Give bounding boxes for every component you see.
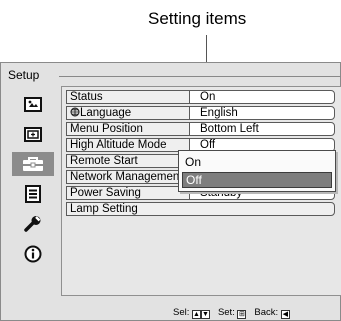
info-icon: [24, 245, 42, 263]
picture-icon: [24, 96, 42, 112]
setting-label: Power Saving: [66, 186, 189, 200]
sidebar-item-screen[interactable]: [12, 122, 54, 146]
setting-value: English: [189, 106, 335, 120]
menu-list-icon: [25, 185, 41, 203]
set-label: Set:: [217, 307, 235, 318]
screen-icon: [24, 126, 42, 142]
menu-sidebar: [9, 88, 57, 298]
left-arrow-key-icon: ◀: [280, 310, 290, 319]
setting-value: Bottom Left: [189, 122, 335, 136]
setting-value: On: [189, 90, 335, 104]
select-label: Sel:: [173, 307, 190, 318]
settings-panel: Status On Language English Menu Position…: [61, 86, 341, 296]
sidebar-item-picture[interactable]: [12, 92, 54, 116]
back-label: Back:: [254, 307, 279, 318]
sidebar-item-information[interactable]: [12, 242, 54, 266]
down-arrow-key-icon: ▼: [201, 310, 211, 319]
setting-label: Remote Start: [66, 154, 189, 168]
setting-label-text: Language: [80, 107, 132, 119]
sidebar-item-installation[interactable]: [12, 212, 54, 236]
sidebar-item-setup[interactable]: [12, 152, 54, 176]
setting-label: Language: [66, 106, 189, 120]
setting-label: High Altitude Mode: [66, 138, 189, 152]
setting-label: Status: [66, 90, 189, 104]
up-arrow-key-icon: ▲: [192, 310, 202, 319]
tab-divider: [59, 76, 341, 77]
setting-label: Menu Position: [66, 122, 189, 136]
sidebar-item-menu-setup[interactable]: [12, 182, 54, 206]
key-guide-bar: Sel: ▲ ▼ Set: ⊞ Back: ◀: [173, 307, 290, 319]
wrench-icon: [24, 216, 41, 232]
setup-toolbox-icon: [23, 157, 43, 171]
option-off-selected[interactable]: Off: [182, 172, 332, 188]
setting-label: Network Management: [66, 170, 189, 184]
enter-key-icon: ⊞: [237, 310, 247, 319]
setup-menu-window: Setup Status On Language English Menu Po…: [0, 62, 341, 321]
setting-label: Lamp Setting: [66, 202, 335, 216]
setup-tab-label[interactable]: Setup: [8, 68, 39, 82]
remote-start-options-popup: On Off: [178, 150, 336, 192]
callout-setting-items-label: Setting items: [148, 9, 247, 28]
globe-icon: [70, 107, 80, 117]
option-on[interactable]: On: [182, 154, 332, 170]
